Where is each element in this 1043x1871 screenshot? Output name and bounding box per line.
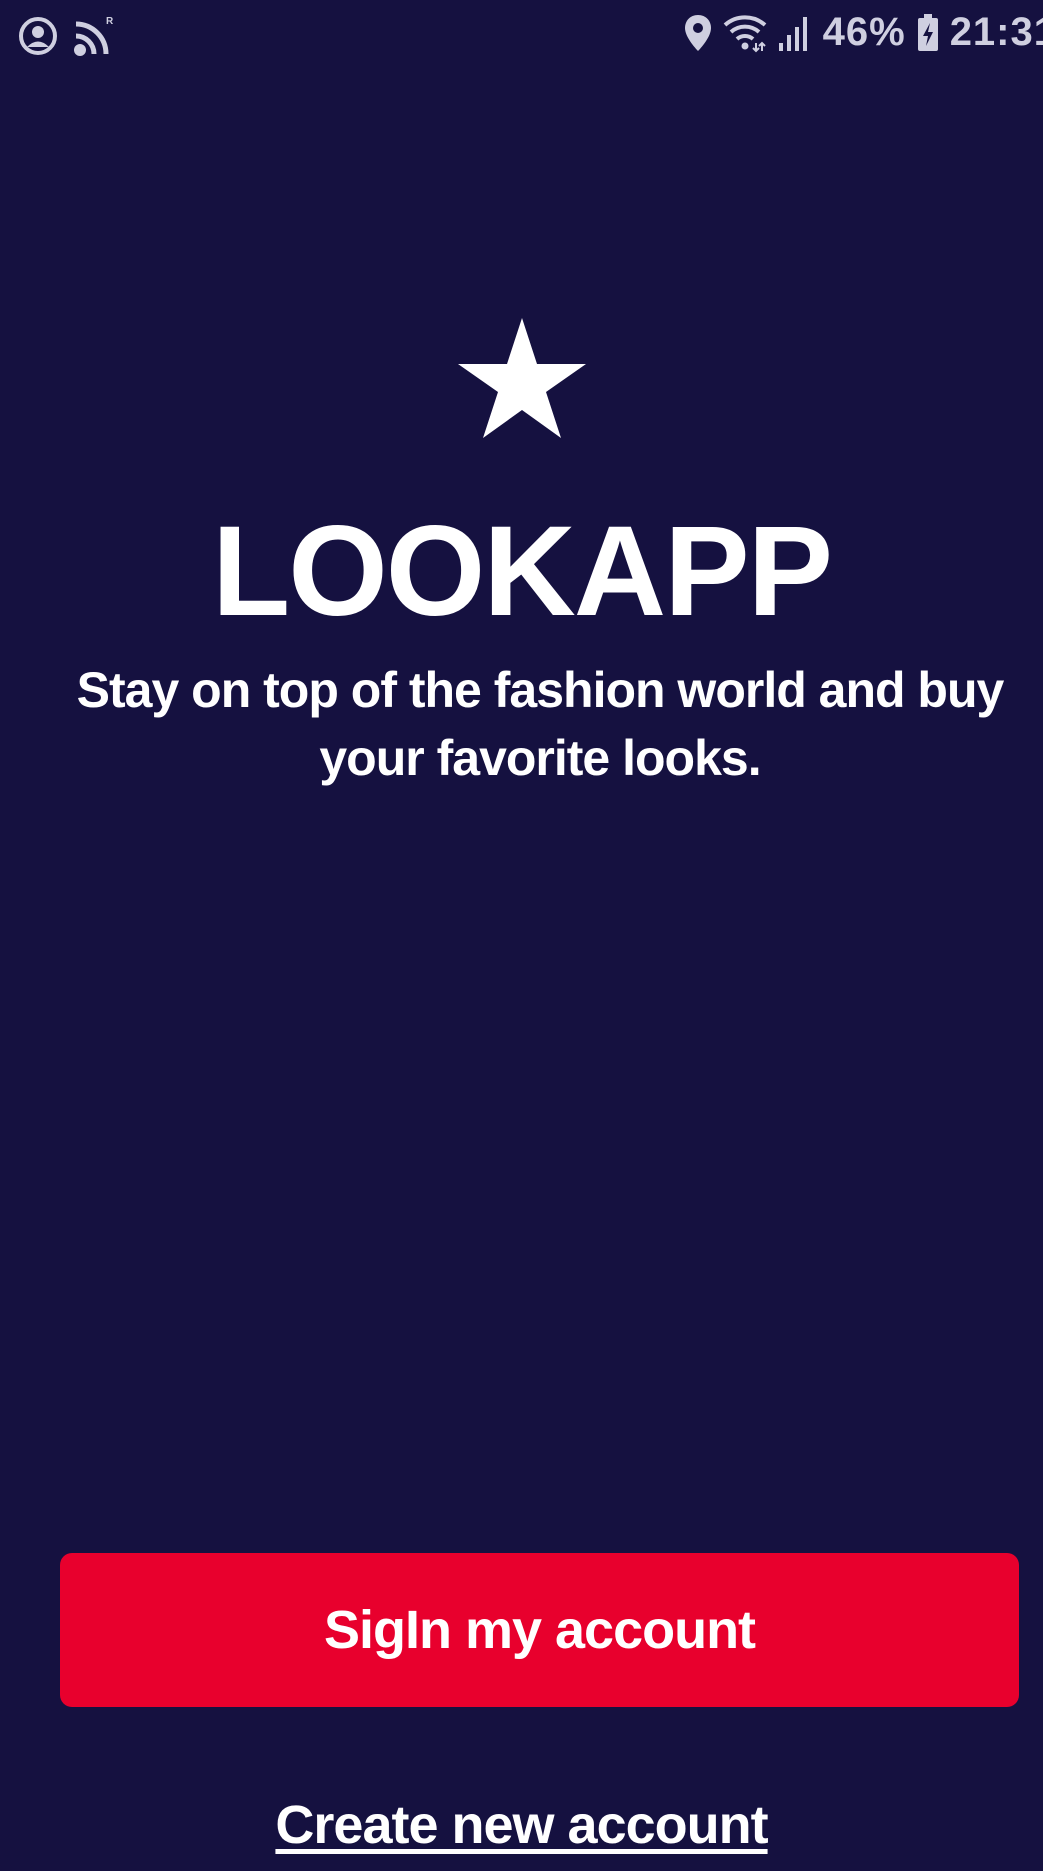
welcome-screen: R 46% 21:3 LOOKAPP Stay on top of the fa… [0, 0, 1043, 1871]
logo [0, 318, 1043, 440]
app-title: LOOKAPP [212, 500, 833, 643]
cast-icon: R [72, 14, 118, 58]
location-pin-icon [683, 13, 713, 53]
clock: 21:31 [949, 10, 1043, 54]
status-bar: R 46% 21:3 [0, 0, 1043, 78]
status-bar-right: 46% 21:31 [683, 10, 1043, 55]
create-account-link[interactable]: Create new account [0, 1790, 1043, 1860]
status-bar-left: R [18, 14, 118, 58]
battery-percentage: 46% [822, 10, 906, 54]
cellular-signal-icon [777, 13, 813, 53]
signin-button[interactable]: SigIn my account [60, 1553, 1019, 1707]
wifi-icon [723, 13, 767, 53]
battery-charging-icon [916, 13, 940, 53]
account-circle-icon [18, 16, 58, 56]
svg-text:R: R [106, 16, 114, 27]
star-icon [457, 318, 586, 440]
tagline: Stay on top of the fashion world and buy… [76, 662, 1005, 786]
